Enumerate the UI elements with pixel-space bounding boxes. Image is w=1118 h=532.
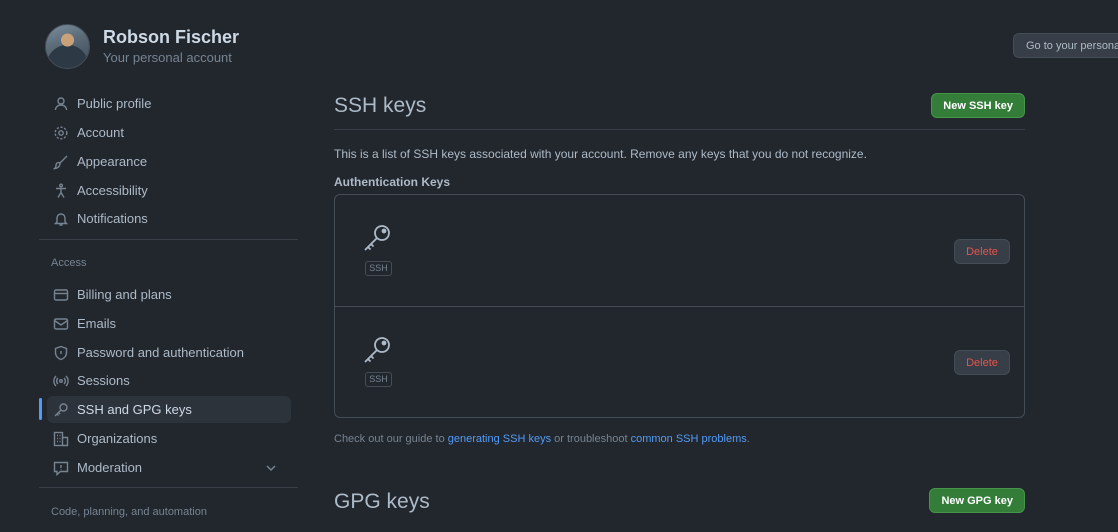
sidebar-item-label: SSH and GPG keys: [77, 402, 192, 417]
sidebar-item-label: Accessibility: [77, 183, 148, 198]
guide-mid: or troubleshoot: [551, 433, 631, 445]
sidebar-item-label: Account: [77, 125, 124, 140]
common-ssh-problems-link[interactable]: common SSH problems: [631, 433, 747, 445]
bell-icon: [53, 211, 69, 227]
sidebar-item-password-auth[interactable]: Password and authentication: [47, 339, 291, 366]
generating-ssh-keys-link[interactable]: generating SSH keys: [448, 433, 551, 445]
ssh-key-row: SSH Delete: [335, 195, 1024, 306]
sidebar-section-code: Code, planning, and automation: [51, 506, 207, 518]
sidebar-item-label: Billing and plans: [77, 287, 172, 302]
authentication-keys-title: Authentication Keys: [334, 175, 451, 189]
key-icon: [364, 337, 390, 363]
new-gpg-key-button[interactable]: New GPG key: [929, 488, 1025, 513]
sidebar-item-label: Password and authentication: [77, 345, 244, 360]
guide-prefix: Check out our guide to: [334, 433, 448, 445]
guide-suffix: .: [746, 433, 750, 445]
sidebar-item-appearance[interactable]: Appearance: [47, 148, 291, 175]
sidebar-item-label: Notifications: [77, 211, 148, 226]
mail-icon: [53, 316, 69, 332]
person-icon: [53, 96, 69, 112]
account-name[interactable]: Robson Fischer: [103, 27, 239, 48]
ssh-key-list: SSH Delete SSH Delete: [334, 194, 1025, 418]
credit-card-icon: [53, 287, 69, 303]
sidebar-item-account[interactable]: Account: [47, 119, 291, 146]
organization-icon: [53, 431, 69, 447]
sidebar-item-label: Organizations: [77, 431, 158, 446]
report-icon: [53, 460, 69, 476]
active-indicator: [39, 398, 42, 420]
sidebar-item-organizations[interactable]: Organizations: [47, 425, 291, 452]
ssh-key-row: SSH Delete: [335, 306, 1024, 417]
sidebar-item-notifications[interactable]: Notifications: [47, 205, 291, 232]
key-icon: [364, 225, 390, 251]
sidebar-item-accessibility[interactable]: Accessibility: [47, 177, 291, 204]
sidebar-divider: [39, 239, 298, 240]
gear-icon: [53, 125, 69, 141]
ssh-keys-title: SSH keys: [334, 94, 427, 117]
sidebar-item-label: Emails: [77, 316, 117, 331]
sidebar-item-moderation[interactable]: Moderation: [47, 454, 291, 481]
sidebar-item-label: Moderation: [77, 460, 143, 475]
ssh-badge: SSH: [365, 261, 392, 276]
sidebar-item-label: Appearance: [77, 154, 148, 169]
ssh-guide-text: Check out our guide to generating SSH ke…: [334, 433, 750, 445]
broadcast-icon: [53, 373, 69, 389]
sidebar-divider: [39, 487, 298, 488]
sidebar-section-access: Access: [51, 257, 87, 269]
avatar[interactable]: [45, 24, 90, 69]
key-icon: [53, 402, 69, 418]
delete-key-button[interactable]: Delete: [954, 239, 1010, 264]
delete-key-button[interactable]: Delete: [954, 350, 1010, 375]
shield-icon: [53, 345, 69, 361]
sidebar-item-label: Sessions: [77, 373, 130, 388]
go-to-profile-button[interactable]: Go to your personal profile: [1013, 33, 1118, 58]
ssh-description: This is a list of SSH keys associated wi…: [334, 147, 867, 161]
ssh-badge: SSH: [365, 372, 392, 387]
sidebar-item-sessions[interactable]: Sessions: [47, 367, 291, 394]
sidebar-item-billing[interactable]: Billing and plans: [47, 281, 291, 308]
sidebar-item-ssh-gpg-keys[interactable]: SSH and GPG keys: [47, 396, 291, 423]
accessibility-icon: [53, 183, 69, 199]
gpg-keys-title: GPG keys: [334, 490, 430, 513]
sidebar-item-public-profile[interactable]: Public profile: [47, 90, 291, 117]
chevron-down-icon[interactable]: [265, 462, 277, 474]
paintbrush-icon: [53, 154, 69, 170]
sidebar-item-label: Public profile: [77, 96, 152, 111]
header-divider: [334, 129, 1025, 130]
new-ssh-key-button[interactable]: New SSH key: [931, 93, 1025, 118]
sidebar-item-emails[interactable]: Emails: [47, 310, 291, 337]
account-subtitle: Your personal account: [103, 50, 232, 65]
